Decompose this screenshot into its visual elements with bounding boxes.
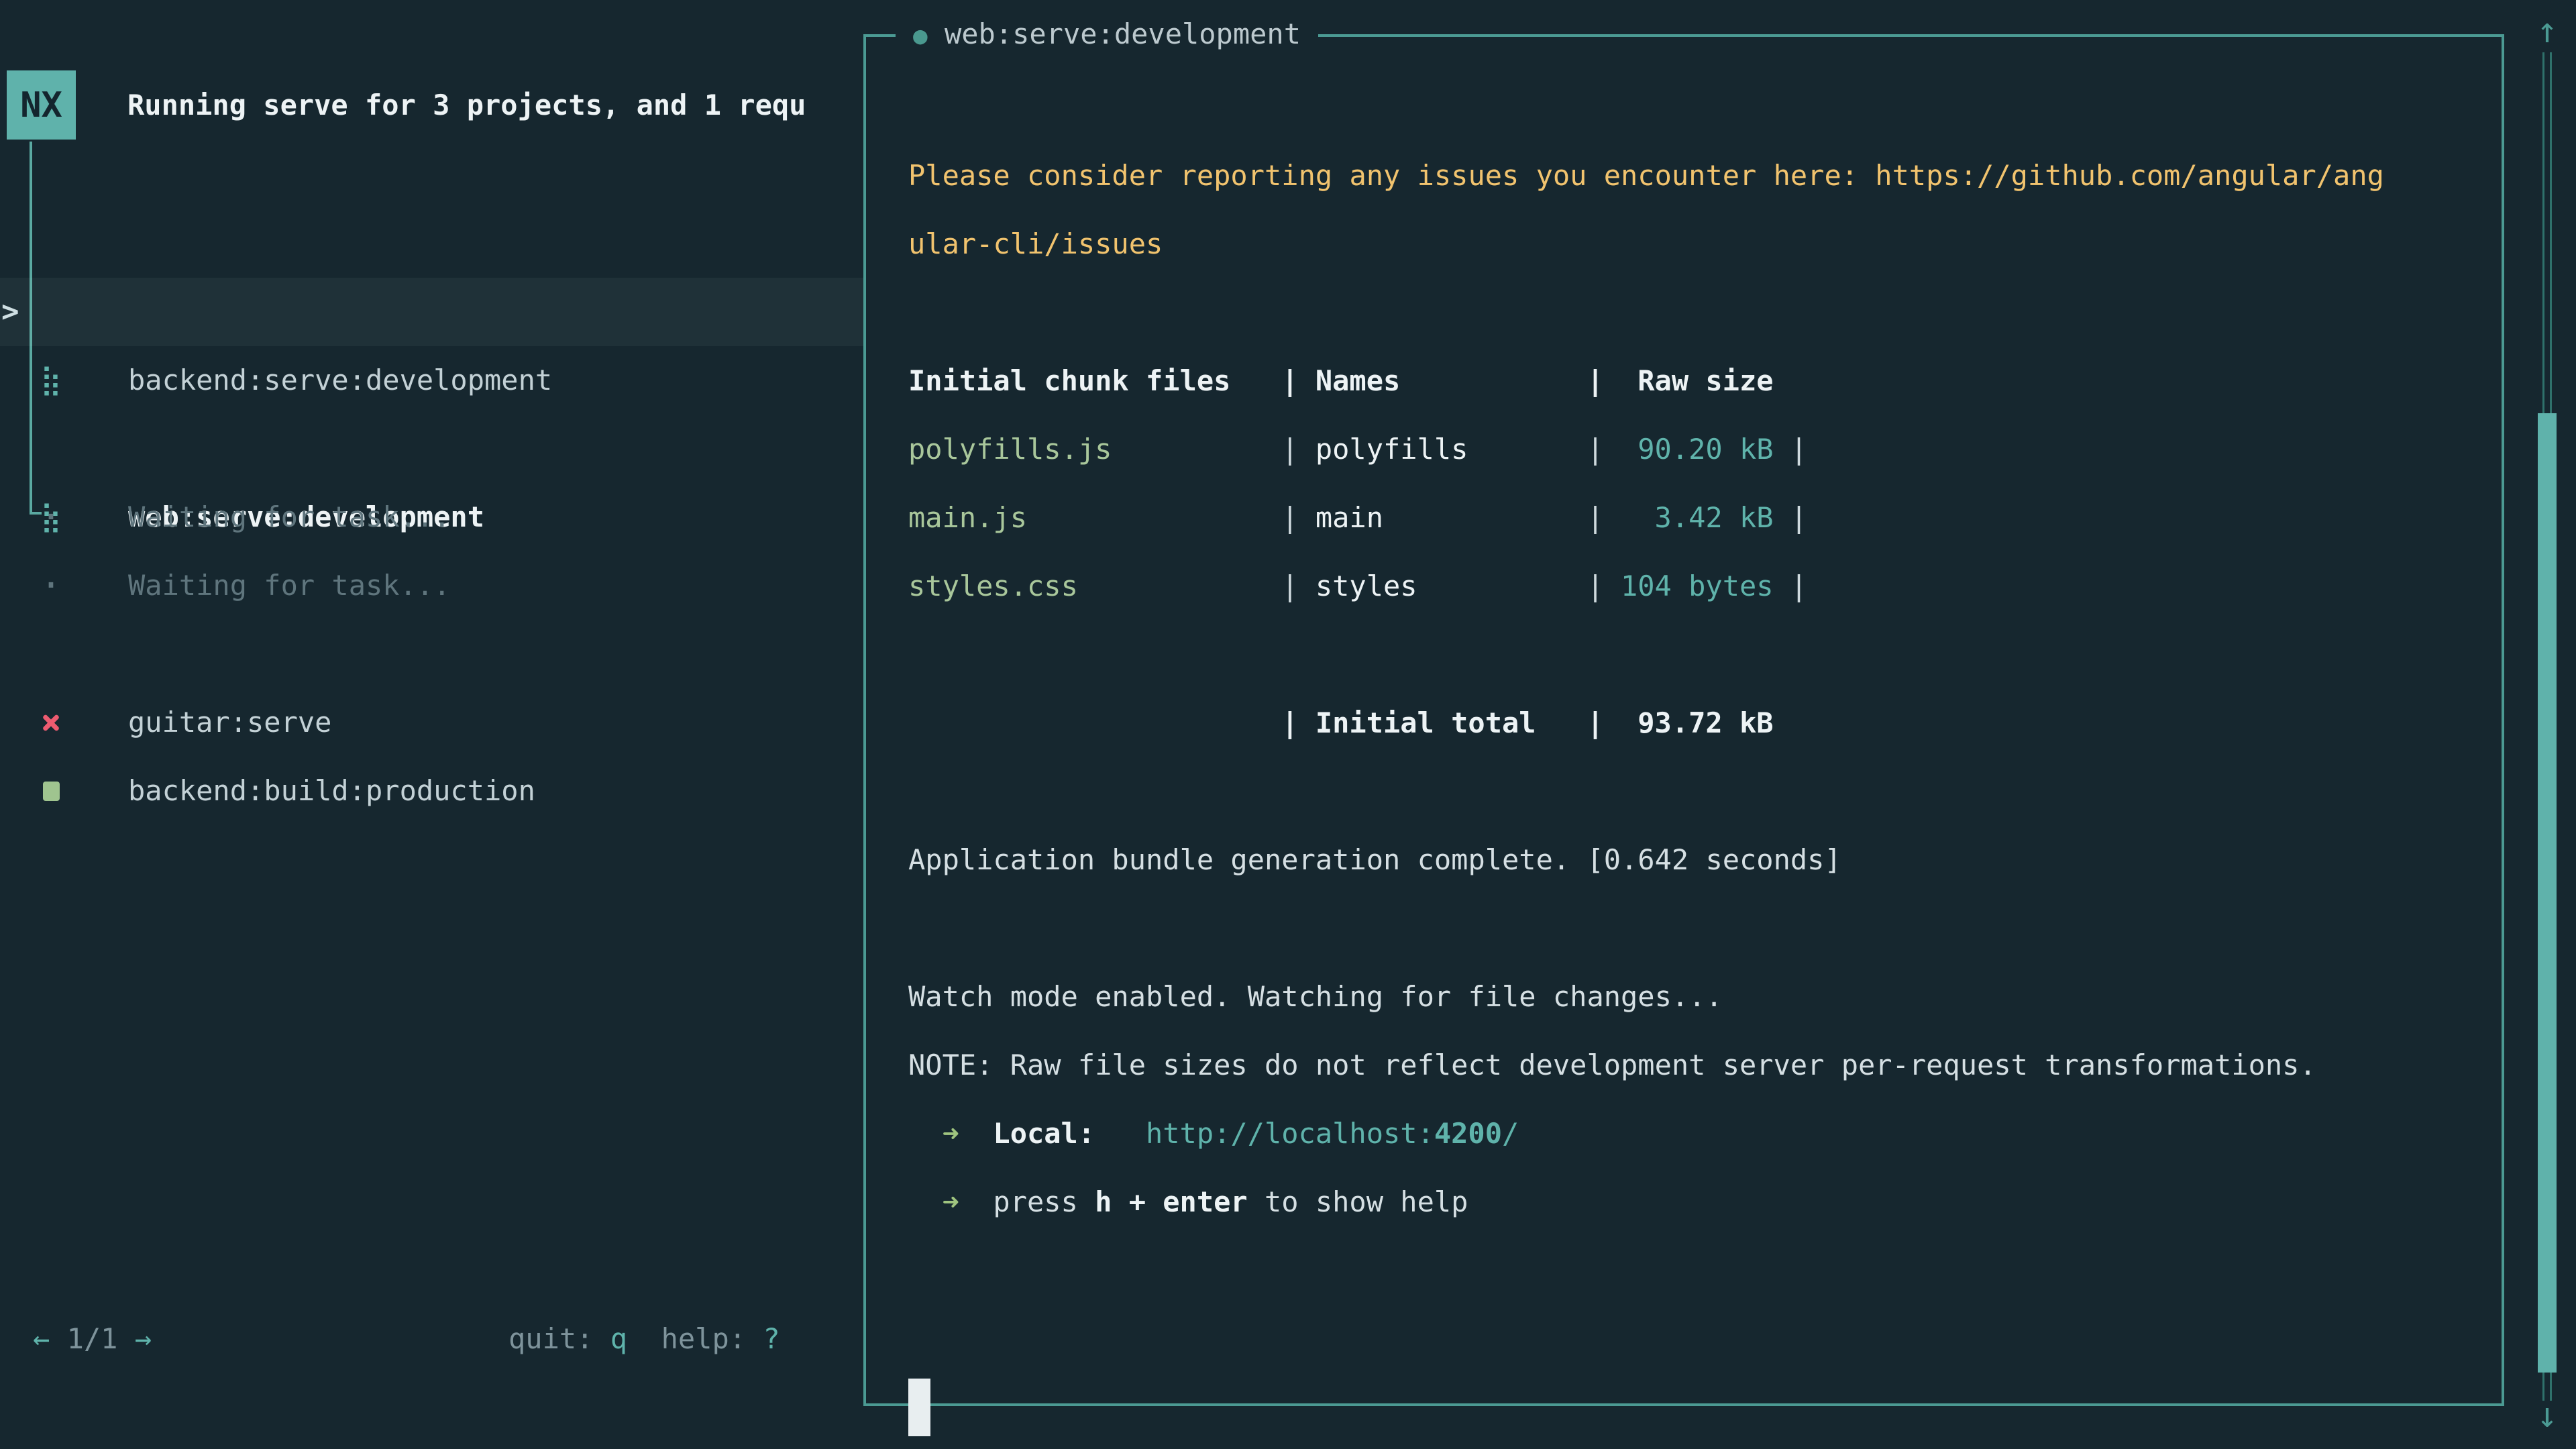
help-key: ? bbox=[763, 1322, 780, 1355]
keyboard-hints: quit: q help: ? bbox=[508, 1305, 780, 1373]
notice-line-2: ular-cli/issues bbox=[908, 210, 2475, 278]
help-hint-keys: h + enter bbox=[1095, 1185, 1248, 1218]
task-output-panel[interactable]: ●web:serve:development Please consider r… bbox=[863, 34, 2504, 1406]
quit-label: quit: bbox=[508, 1322, 593, 1355]
task-row-waiting-1[interactable]: · Waiting for task... bbox=[0, 346, 863, 415]
nx-logo: NX bbox=[7, 70, 76, 140]
output-panel-title: ● web:serve:development bbox=[896, 0, 1318, 68]
column-separator: | bbox=[1790, 501, 1807, 534]
page-title: Running serve for 3 projects, and 1 requ bbox=[127, 70, 855, 140]
note-message: NOTE: Raw file sizes do not reflect deve… bbox=[908, 1031, 2475, 1099]
scrollbar-down-arrow-icon[interactable]: ↓ bbox=[2528, 1397, 2566, 1434]
task-row-guitar-serve[interactable]: guitar:serve bbox=[0, 551, 863, 620]
column-separator: | bbox=[1587, 415, 1621, 484]
chunk-size: 3.42 kB bbox=[1621, 484, 1774, 552]
running-bullet-icon: ● bbox=[913, 22, 928, 50]
blank-line bbox=[908, 894, 2475, 963]
arrow-right-icon: ➜ bbox=[943, 1168, 959, 1236]
task-list-pane: NX Running serve for 3 projects, and 1 r… bbox=[0, 0, 863, 1449]
output-panel-title-text: web:serve:development bbox=[945, 17, 1301, 50]
column-separator: | bbox=[1281, 689, 1316, 757]
chunk-size: 104 bytes bbox=[1621, 552, 1774, 621]
column-header-names: Names bbox=[1316, 347, 1587, 415]
quit-key: q bbox=[610, 1322, 627, 1355]
task-row-backend-serve[interactable]: ⣷ backend:serve:development bbox=[0, 209, 863, 278]
square-icon bbox=[36, 757, 66, 825]
help-hint-post: to show help bbox=[1248, 1185, 1468, 1218]
prev-page-arrow-icon[interactable]: ← bbox=[33, 1322, 50, 1355]
blank-line bbox=[908, 621, 2475, 689]
task-row-waiting-2[interactable]: · Waiting for task... bbox=[0, 415, 863, 483]
help-hint-line: ➜ press h + enter to show help bbox=[908, 1168, 2475, 1236]
column-separator: | bbox=[1281, 415, 1316, 484]
column-separator: | bbox=[1790, 570, 1807, 602]
column-separator: | bbox=[1587, 689, 1621, 757]
chunk-name: main bbox=[1316, 484, 1587, 552]
column-separator: | bbox=[1587, 484, 1621, 552]
local-url-link[interactable]: http://localhost:4200/ bbox=[1146, 1117, 1519, 1150]
scrollbar-up-arrow-icon[interactable]: ↑ bbox=[2528, 12, 2566, 50]
blank-line bbox=[908, 278, 2475, 347]
chunk-name: styles bbox=[1316, 552, 1587, 621]
total-size: 93.72 kB bbox=[1621, 689, 1774, 757]
column-header-files: Initial chunk files bbox=[908, 347, 1281, 415]
bundle-complete-message: Application bundle generation complete. … bbox=[908, 826, 2475, 894]
help-hint-pre: press bbox=[993, 1185, 1095, 1218]
table-row: main.js|main|3.42 kB| bbox=[908, 484, 2475, 552]
cursor-line bbox=[908, 1236, 2475, 1305]
pager: ← 1/1 → bbox=[33, 1305, 152, 1373]
task-row-web-serve[interactable]: > ⣷ web:serve:development bbox=[0, 278, 863, 346]
task-row-backend-build[interactable]: backend:build:production bbox=[0, 620, 863, 688]
table-header-row: Initial chunk files|Names|Raw size bbox=[908, 347, 2475, 415]
watch-mode-message: Watch mode enabled. Watching for file ch… bbox=[908, 963, 2475, 1031]
chunk-file-name: polyfills.js bbox=[908, 415, 1281, 484]
task-label: backend:build:production bbox=[128, 757, 535, 825]
page-indicator: 1/1 bbox=[67, 1322, 118, 1355]
terminal-output: Please consider reporting any issues you… bbox=[908, 142, 2475, 1305]
column-separator: | bbox=[1587, 347, 1621, 415]
blank-line bbox=[908, 757, 2475, 826]
column-separator: | bbox=[1281, 484, 1316, 552]
arrow-right-icon: ➜ bbox=[943, 1099, 959, 1168]
help-label: help: bbox=[661, 1322, 746, 1355]
chunk-size: 90.20 kB bbox=[1621, 415, 1774, 484]
task-label: Waiting for task... bbox=[128, 483, 450, 551]
column-separator: | bbox=[1281, 552, 1316, 621]
total-label: Initial total bbox=[1316, 689, 1587, 757]
local-label: Local: bbox=[993, 1117, 1095, 1150]
next-page-arrow-icon[interactable]: → bbox=[135, 1322, 152, 1355]
chunk-name: polyfills bbox=[1316, 415, 1587, 484]
table-total-row: |Initial total|93.72 kB bbox=[908, 689, 2475, 757]
task-label: guitar:serve bbox=[128, 688, 331, 757]
notice-line-1: Please consider reporting any issues you… bbox=[908, 142, 2475, 210]
column-header-raw-size: Raw size bbox=[1621, 347, 1774, 415]
column-separator: | bbox=[1281, 347, 1316, 415]
column-separator: | bbox=[1587, 552, 1621, 621]
table-row: polyfills.js|polyfills|90.20 kB| bbox=[908, 415, 2475, 484]
local-url-line: ➜ Local: http://localhost:4200/ bbox=[908, 1099, 2475, 1168]
selected-chevron-icon: > bbox=[1, 278, 19, 346]
chunk-file-name: main.js bbox=[908, 484, 1281, 552]
table-row: styles.css|styles|104 bytes| bbox=[908, 552, 2475, 621]
chunk-file-name: styles.css bbox=[908, 552, 1281, 621]
column-separator: | bbox=[1790, 433, 1807, 466]
terminal-cursor bbox=[908, 1379, 930, 1436]
scrollbar-thumb[interactable] bbox=[2538, 413, 2557, 1373]
